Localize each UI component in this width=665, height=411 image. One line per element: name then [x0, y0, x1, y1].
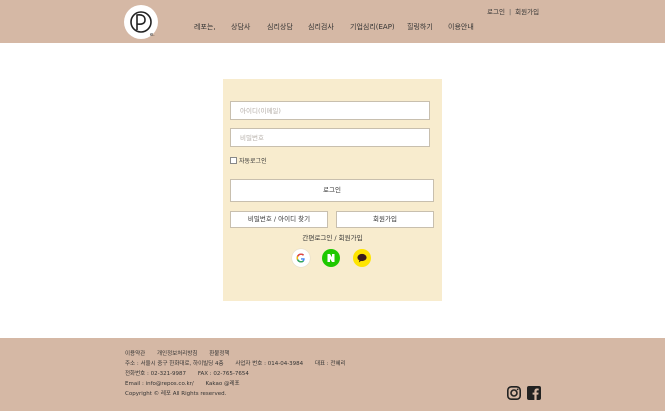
nav-item-test[interactable]: 심리검사 [308, 22, 334, 32]
nav-item-counselors[interactable]: 상담사 [231, 22, 250, 32]
login-panel: 자동로그인 로그인 비밀번호 / 아이디 찾기 회원가입 간편로그인 / 회원가… [223, 79, 442, 301]
footer-address: 주소 : 서울시 중구 한화대로, 하이빌딩 4층 [125, 361, 224, 367]
footer-email: Email : info@repos.co.kr/ [125, 381, 194, 387]
top-links-divider: | [508, 8, 512, 16]
logo-mark-icon: e. [130, 11, 155, 38]
top-links: 로그인 | 회원가입 [487, 6, 539, 16]
facebook-icon[interactable] [527, 386, 541, 400]
auto-login[interactable]: 자동로그인 [230, 156, 267, 165]
signup-button[interactable]: 회원가입 [336, 211, 434, 228]
footer-links: 이용약관 개인정보처리방침 환불정책 [125, 349, 239, 357]
footer-address-row: 주소 : 서울시 중구 한화대로, 하이빌딩 4층 사업자 번호 : 014-0… [125, 359, 356, 367]
footer-copyright: Copyright © 레포 All Rights reserved. [125, 391, 227, 397]
refund-link[interactable]: 환불정책 [209, 351, 229, 357]
nav-item-about[interactable]: 레포는, [194, 22, 216, 32]
instagram-icon[interactable] [507, 386, 521, 400]
easy-login-label: 간편로그인 / 회원가입 [302, 234, 363, 242]
google-login-button[interactable] [292, 249, 310, 267]
nav-item-counseling[interactable]: 심리상담 [267, 22, 293, 32]
privacy-link[interactable]: 개인정보처리방침 [157, 351, 197, 357]
footer-phone: 전화번호 : 02-321-9987 [125, 371, 187, 377]
login-link[interactable]: 로그인 [487, 8, 505, 16]
footer: 이용약관 개인정보처리방침 환불정책 주소 : 서울시 중구 한화대로, 하이빌… [0, 338, 665, 411]
nav-item-healing[interactable]: 힐링하기 [407, 22, 433, 32]
footer-email-row: Email : info@repos.co.kr/ Kakao @레포 [125, 379, 250, 387]
footer-contact-row: 전화번호 : 02-321-9987 FAX : 02-765-7654 [125, 369, 259, 377]
logo[interactable]: e. [124, 5, 158, 39]
naver-icon [327, 254, 335, 262]
login-button[interactable]: 로그인 [230, 179, 434, 202]
footer-fax: FAX : 02-765-7654 [197, 371, 249, 377]
auto-login-label: 자동로그인 [239, 158, 267, 165]
naver-login-button[interactable] [322, 249, 340, 267]
kakao-icon [357, 253, 367, 263]
email-field[interactable] [230, 101, 430, 120]
footer-ceo: 대표 : 전혜리 [314, 361, 346, 367]
find-account-button[interactable]: 비밀번호 / 아이디 찾기 [230, 211, 328, 228]
auto-login-checkbox[interactable] [230, 157, 237, 164]
google-icon [296, 253, 305, 263]
nav-item-guide[interactable]: 이용안내 [448, 22, 474, 32]
logo-text: e. [150, 32, 155, 38]
kakao-login-button[interactable] [353, 249, 371, 267]
signup-link[interactable]: 회원가입 [515, 8, 539, 16]
password-field[interactable] [230, 128, 430, 147]
footer-biz-no: 사업자 번호 : 014-04-3984 [235, 361, 304, 367]
terms-link[interactable]: 이용약관 [125, 351, 145, 357]
header: e. 레포는, 상담사 심리상담 심리검사 기업심리(EAP) 힐링하기 이용안… [0, 0, 665, 43]
nav-item-eap[interactable]: 기업심리(EAP) [350, 22, 395, 32]
footer-kakao: Kakao @레포 [205, 381, 240, 387]
